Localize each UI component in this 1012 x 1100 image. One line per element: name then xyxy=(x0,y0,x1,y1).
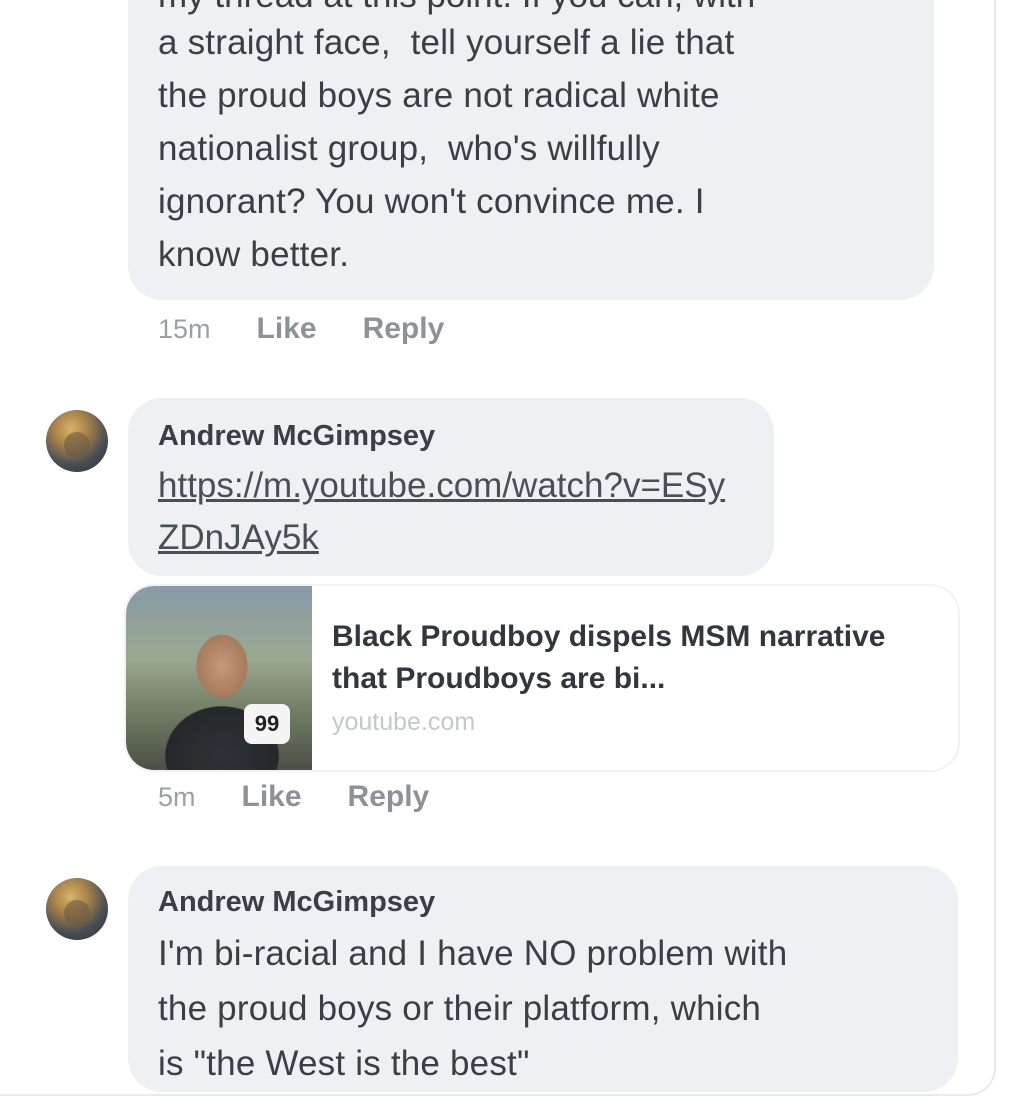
comment-thread: my thread at this point. If you can, wit… xyxy=(0,0,996,1096)
thumbnail-badge: 99 xyxy=(244,704,290,744)
link-preview-card[interactable]: 99 Black Proudboy dispels MSM narrative … xyxy=(126,586,958,770)
avatar[interactable] xyxy=(46,410,108,472)
like-button[interactable]: Like xyxy=(257,312,317,346)
comment-actions: 15m Like Reply xyxy=(158,312,490,346)
reply-button[interactable]: Reply xyxy=(348,780,430,814)
reply-button[interactable]: Reply xyxy=(363,312,445,346)
comment-link[interactable]: https://m.youtube.com/watch?v=ESyZDnJAy5… xyxy=(158,460,744,564)
comment-bubble: Andrew McGimpsey https://m.youtube.com/w… xyxy=(128,398,774,576)
comment-text: a straight face, tell yourself a lie tha… xyxy=(158,23,735,274)
comment-timestamp: 5m xyxy=(158,782,196,812)
link-preview-body: Black Proudboy dispels MSM narrative tha… xyxy=(332,616,938,737)
comment-author[interactable]: Andrew McGimpsey xyxy=(158,416,744,456)
comment-actions: 5m Like Reply xyxy=(158,780,475,814)
link-preview-title[interactable]: Black Proudboy dispels MSM narrative tha… xyxy=(332,616,938,700)
video-thumbnail[interactable]: 99 xyxy=(126,586,312,770)
link-preview-domain: youtube.com xyxy=(332,708,476,736)
comment-author[interactable]: Andrew McGimpsey xyxy=(158,882,928,922)
comment-text: I'm bi-racial and I have NO problem with… xyxy=(158,934,788,1083)
comment-bubble: Andrew McGimpsey I'm bi-racial and I hav… xyxy=(128,866,958,1092)
avatar[interactable] xyxy=(46,878,108,940)
comment-bubble: my thread at this point. If you can, wit… xyxy=(128,0,934,300)
comment-timestamp: 15m xyxy=(158,314,211,344)
comment-clipped-line: my thread at this point. If you can, wit… xyxy=(158,0,904,16)
like-button[interactable]: Like xyxy=(242,780,302,814)
